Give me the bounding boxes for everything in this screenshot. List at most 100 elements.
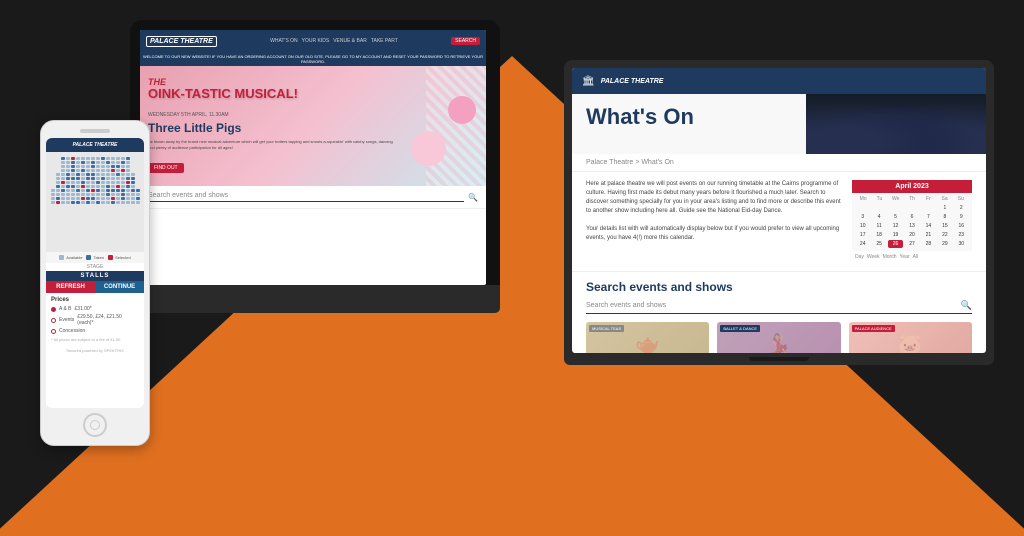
seat[interactable] bbox=[76, 201, 80, 204]
seat[interactable] bbox=[71, 169, 75, 172]
seat[interactable] bbox=[116, 185, 120, 188]
seat[interactable] bbox=[126, 169, 130, 172]
seat[interactable] bbox=[121, 161, 125, 164]
seat[interactable] bbox=[96, 161, 100, 164]
seat[interactable] bbox=[131, 201, 135, 204]
seat[interactable] bbox=[126, 173, 130, 176]
seat[interactable] bbox=[101, 169, 105, 172]
seat[interactable] bbox=[86, 189, 90, 192]
seat[interactable] bbox=[121, 169, 125, 172]
seat[interactable] bbox=[76, 197, 80, 200]
seat[interactable] bbox=[126, 165, 130, 168]
calendar-day[interactable]: 7 bbox=[921, 213, 936, 221]
seat[interactable] bbox=[81, 201, 85, 204]
calendar-day[interactable]: 12 bbox=[888, 222, 903, 230]
seat[interactable] bbox=[66, 157, 70, 160]
monitor-nav-whats-on[interactable]: WHAT'S ON bbox=[270, 38, 298, 44]
seat[interactable] bbox=[126, 181, 130, 184]
seat[interactable] bbox=[76, 157, 80, 160]
seat[interactable] bbox=[111, 189, 115, 192]
seat[interactable] bbox=[106, 201, 110, 204]
seat[interactable] bbox=[96, 193, 100, 196]
view-week[interactable]: Week bbox=[867, 254, 880, 260]
laptop-search-input[interactable]: Search events and shows bbox=[586, 302, 961, 309]
monitor-search-bar[interactable]: Search events and shows 🔍 bbox=[140, 186, 486, 209]
seat[interactable] bbox=[61, 197, 65, 200]
seat[interactable] bbox=[66, 177, 70, 180]
seat[interactable] bbox=[111, 201, 115, 204]
seat[interactable] bbox=[51, 189, 55, 192]
seat[interactable] bbox=[106, 165, 110, 168]
seat[interactable] bbox=[81, 161, 85, 164]
seat[interactable] bbox=[91, 165, 95, 168]
seat[interactable] bbox=[106, 157, 110, 160]
seat[interactable] bbox=[116, 173, 120, 176]
seat[interactable] bbox=[111, 181, 115, 184]
seat[interactable] bbox=[126, 189, 130, 192]
seat[interactable] bbox=[101, 193, 105, 196]
seat[interactable] bbox=[106, 161, 110, 164]
seat[interactable] bbox=[121, 185, 125, 188]
seat[interactable] bbox=[91, 161, 95, 164]
seat[interactable] bbox=[66, 185, 70, 188]
seat[interactable] bbox=[116, 177, 120, 180]
seat[interactable] bbox=[66, 165, 70, 168]
seat[interactable] bbox=[131, 185, 135, 188]
seat[interactable] bbox=[81, 165, 85, 168]
seat[interactable] bbox=[131, 181, 135, 184]
seat[interactable] bbox=[81, 177, 85, 180]
calendar-day[interactable]: 23 bbox=[954, 231, 969, 239]
calendar-day[interactable]: 16 bbox=[954, 222, 969, 230]
seat[interactable] bbox=[131, 197, 135, 200]
monitor-search-button[interactable]: SEARCH bbox=[451, 37, 480, 45]
seat[interactable] bbox=[111, 173, 115, 176]
seat[interactable] bbox=[51, 193, 55, 196]
phone-continue-button[interactable]: CONTINUE bbox=[95, 281, 144, 293]
seat[interactable] bbox=[101, 189, 105, 192]
seat[interactable] bbox=[91, 157, 95, 160]
seat[interactable] bbox=[91, 173, 95, 176]
calendar-day[interactable]: 2 bbox=[954, 204, 969, 212]
calendar-day[interactable]: 13 bbox=[904, 222, 919, 230]
event-card-1[interactable]: MUSICAL TEAS 🫖 Time Travelling Teas - 19… bbox=[586, 322, 709, 353]
seat[interactable] bbox=[136, 197, 140, 200]
seat[interactable] bbox=[106, 197, 110, 200]
calendar-day[interactable]: 1 bbox=[937, 204, 952, 212]
seat[interactable] bbox=[56, 173, 60, 176]
seat[interactable] bbox=[96, 181, 100, 184]
seat[interactable] bbox=[121, 201, 125, 204]
seat[interactable] bbox=[61, 165, 65, 168]
seat[interactable] bbox=[81, 197, 85, 200]
seat[interactable] bbox=[121, 165, 125, 168]
seat[interactable] bbox=[81, 189, 85, 192]
seat[interactable] bbox=[66, 169, 70, 172]
seat[interactable] bbox=[56, 189, 60, 192]
seat[interactable] bbox=[76, 189, 80, 192]
seat[interactable] bbox=[71, 189, 75, 192]
seat[interactable] bbox=[116, 157, 120, 160]
calendar-day[interactable]: 18 bbox=[871, 231, 886, 239]
seat[interactable] bbox=[116, 189, 120, 192]
seat[interactable] bbox=[86, 193, 90, 196]
seat[interactable] bbox=[111, 165, 115, 168]
seat[interactable] bbox=[126, 193, 130, 196]
calendar-day[interactable]: 25 bbox=[871, 240, 886, 248]
seat[interactable] bbox=[111, 169, 115, 172]
seat[interactable] bbox=[126, 185, 130, 188]
seat[interactable] bbox=[86, 185, 90, 188]
calendar-day[interactable]: 29 bbox=[937, 240, 952, 248]
seat[interactable] bbox=[106, 193, 110, 196]
seat[interactable] bbox=[66, 197, 70, 200]
seat[interactable] bbox=[76, 165, 80, 168]
seat[interactable] bbox=[76, 161, 80, 164]
view-all[interactable]: All bbox=[913, 254, 919, 260]
seat[interactable] bbox=[116, 197, 120, 200]
seat[interactable] bbox=[86, 197, 90, 200]
seat[interactable] bbox=[56, 177, 60, 180]
seat[interactable] bbox=[101, 177, 105, 180]
seat[interactable] bbox=[96, 169, 100, 172]
seat[interactable] bbox=[61, 177, 65, 180]
phone-home-button[interactable] bbox=[83, 413, 107, 437]
seat[interactable] bbox=[121, 173, 125, 176]
seat[interactable] bbox=[56, 181, 60, 184]
